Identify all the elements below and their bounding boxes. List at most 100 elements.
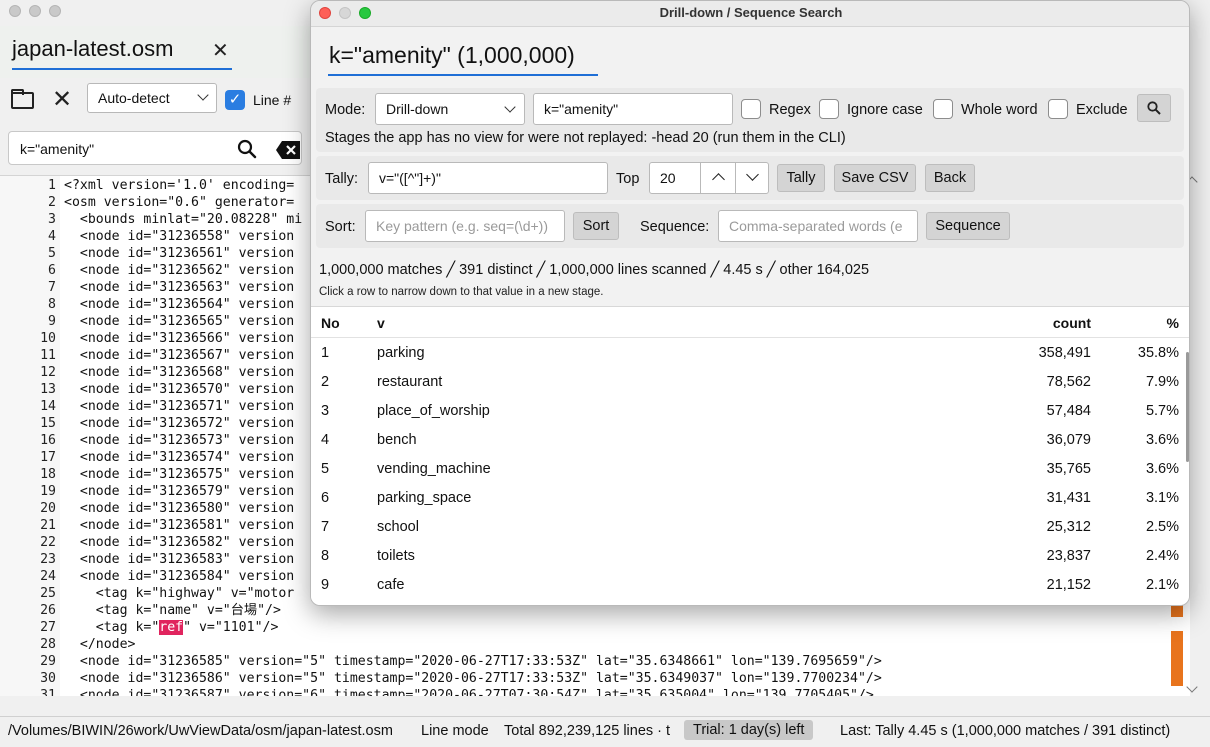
query-input[interactable]: k="amenity" — [533, 93, 733, 125]
code-line[interactable]: 16 <node id="31236573" version — [0, 432, 294, 449]
drilldown-dialog: Drill-down / Sequence Search k="amenity"… — [310, 0, 1190, 606]
top-n-value: 20 — [660, 170, 676, 186]
sequence-button[interactable]: Sequence — [926, 212, 1010, 240]
line-number: 17 — [40, 450, 56, 465]
table-row[interactable]: 6 parking_space 31,431 3.1% — [311, 484, 1181, 513]
tally-button[interactable]: Tally — [777, 164, 825, 192]
decrement-button[interactable] — [735, 163, 768, 193]
row-number: 3 — [321, 403, 330, 419]
code-line[interactable]: 26 <tag k="name" v="台場"/> — [0, 602, 281, 619]
code-line[interactable]: 23 <node id="31236583" version — [0, 551, 294, 568]
code-line[interactable]: 7 <node id="31236563" version — [0, 279, 294, 296]
file-tab[interactable]: japan-latest.osm — [12, 36, 173, 62]
column-header-v[interactable]: v — [377, 315, 385, 331]
increment-button[interactable] — [700, 163, 735, 193]
table-row[interactable]: 1 parking 358,491 35.8% — [311, 339, 1181, 368]
code-line[interactable]: 18 <node id="31236575" version — [0, 466, 294, 483]
table-row[interactable]: 5 vending_machine 35,765 3.6% — [311, 455, 1181, 484]
query-panel: Mode: Drill-down k="amenity" Regex Ignor… — [316, 88, 1184, 152]
line-text: <node id="31236564" version — [64, 297, 295, 312]
line-number: 4 — [48, 229, 56, 244]
code-line[interactable]: 19 <node id="31236579" version — [0, 483, 294, 500]
ignore-case-label: Ignore case — [847, 102, 923, 118]
exclude-checkbox[interactable] — [1048, 99, 1068, 119]
encoding-select[interactable]: Auto-detect — [87, 83, 217, 113]
mode-select[interactable]: Drill-down — [375, 93, 525, 125]
code-line[interactable]: 5 <node id="31236561" version — [0, 245, 294, 262]
back-button[interactable]: Back — [925, 164, 975, 192]
ignore-case-checkbox[interactable] — [819, 99, 839, 119]
sequence-input[interactable]: Comma-separated words (e — [718, 210, 918, 242]
line-text: <node id="31236568" version — [64, 365, 295, 380]
code-line[interactable]: 21 <node id="31236581" version — [0, 517, 294, 534]
close-file-icon[interactable]: ✕ — [52, 86, 72, 114]
line-number: 20 — [40, 501, 56, 516]
code-line[interactable]: 14 <node id="31236571" version — [0, 398, 294, 415]
code-line[interactable]: 24 <node id="31236584" version — [0, 568, 294, 585]
code-line[interactable]: 8 <node id="31236564" version — [0, 296, 294, 313]
code-line[interactable]: 1 <?xml version='1.0' encoding= — [0, 177, 294, 194]
status-last-operation: Last: Tally 4.45 s (1,000,000 matches / … — [840, 723, 1171, 739]
code-line[interactable]: 29 <node id="31236585" version="5" times… — [0, 653, 882, 670]
line-text: <node id="31236572" version — [64, 416, 295, 431]
row-number: 7 — [321, 519, 330, 535]
code-line[interactable]: 13 <node id="31236570" version — [0, 381, 294, 398]
code-line[interactable]: 6 <node id="31236562" version — [0, 262, 294, 279]
column-header-percent[interactable]: % — [1167, 315, 1179, 331]
code-line[interactable]: 30 <node id="31236586" version="5" times… — [0, 670, 882, 687]
tally-pattern-value: v="([^"]+)" — [379, 170, 441, 186]
sort-key-input[interactable]: Key pattern (e.g. seq=(\d+)) — [365, 210, 565, 242]
save-csv-button[interactable]: Save CSV — [834, 164, 916, 192]
code-line[interactable]: 9 <node id="31236565" version — [0, 313, 294, 330]
code-line[interactable]: 22 <node id="31236582" version — [0, 534, 294, 551]
code-line[interactable]: 27 <tag k="ref" v="1101"/> — [0, 619, 278, 636]
top-n-stepper[interactable]: 20 — [649, 162, 769, 194]
search-icon[interactable] — [237, 139, 257, 159]
trial-badge[interactable]: Trial: 1 day(s) left — [684, 720, 814, 740]
table-row[interactable]: 7 school 25,312 2.5% — [311, 513, 1181, 542]
row-value: school — [377, 519, 419, 535]
code-line[interactable]: 25 <tag k="highway" v="motor — [0, 585, 294, 602]
column-header-no[interactable]: No — [321, 315, 340, 331]
close-tab-icon[interactable]: ✕ — [212, 38, 229, 63]
search-button[interactable] — [1137, 94, 1171, 122]
table-row[interactable]: 3 place_of_worship 57,484 5.7% — [311, 397, 1181, 426]
close-window-icon[interactable] — [9, 5, 21, 17]
code-line[interactable]: 31 <node id="31236587" version="6" times… — [0, 687, 874, 696]
code-line[interactable]: 17 <node id="31236574" version — [0, 449, 294, 466]
code-line[interactable]: 20 <node id="31236580" version — [0, 500, 294, 517]
results-scrollbar[interactable] — [1186, 352, 1189, 462]
minimize-window-icon[interactable] — [29, 5, 41, 17]
search-input[interactable]: k="amenity" — [8, 131, 302, 165]
whole-word-checkbox[interactable] — [933, 99, 953, 119]
code-line[interactable]: 11 <node id="31236567" version — [0, 347, 294, 364]
line-text: <node id="31236558" version — [64, 229, 295, 244]
code-line[interactable]: 10 <node id="31236566" version — [0, 330, 294, 347]
dialog-titlebar[interactable]: Drill-down / Sequence Search — [311, 1, 1189, 27]
code-line[interactable]: 3 <bounds minlat="20.08228" mi — [0, 211, 302, 228]
code-line[interactable]: 2 <osm version="0.6" generator= — [0, 194, 294, 211]
table-row[interactable]: 8 toilets 23,837 2.4% — [311, 542, 1181, 571]
table-row[interactable]: 4 bench 36,079 3.6% — [311, 426, 1181, 455]
status-bar: /Volumes/BIWIN/26work/UwViewData/osm/jap… — [0, 716, 1210, 747]
stage-tab[interactable]: k="amenity" (1,000,000) — [329, 42, 575, 69]
clear-search-icon[interactable] — [275, 140, 301, 160]
scroll-down-icon[interactable] — [1186, 681, 1198, 693]
code-line[interactable]: 4 <node id="31236558" version — [0, 228, 294, 245]
zoom-window-icon[interactable] — [49, 5, 61, 17]
line-text: <node id="31236587" version="6" timestam… — [64, 688, 874, 696]
open-folder-icon[interactable] — [11, 89, 34, 109]
tally-results-table[interactable]: No v count % 1 parking 358,491 35.8% 2 restau… — [311, 306, 1189, 605]
table-row[interactable]: 2 restaurant 78,562 7.9% — [311, 368, 1181, 397]
code-line[interactable]: 15 <node id="31236572" version — [0, 415, 294, 432]
code-line[interactable]: 12 <node id="31236568" version — [0, 364, 294, 381]
regex-checkbox[interactable] — [741, 99, 761, 119]
table-row[interactable]: 9 cafe 21,152 2.1% — [311, 571, 1181, 600]
tally-pattern-input[interactable]: v="([^"]+)" — [368, 162, 608, 194]
line-text: <node id="31236566" version — [64, 331, 295, 346]
tally-label: Tally: — [325, 171, 359, 187]
column-header-count[interactable]: count — [1053, 315, 1091, 331]
line-number-checkbox[interactable]: ✓ — [225, 90, 245, 110]
sort-button[interactable]: Sort — [573, 212, 619, 240]
code-line[interactable]: 28 </node> — [0, 636, 135, 653]
